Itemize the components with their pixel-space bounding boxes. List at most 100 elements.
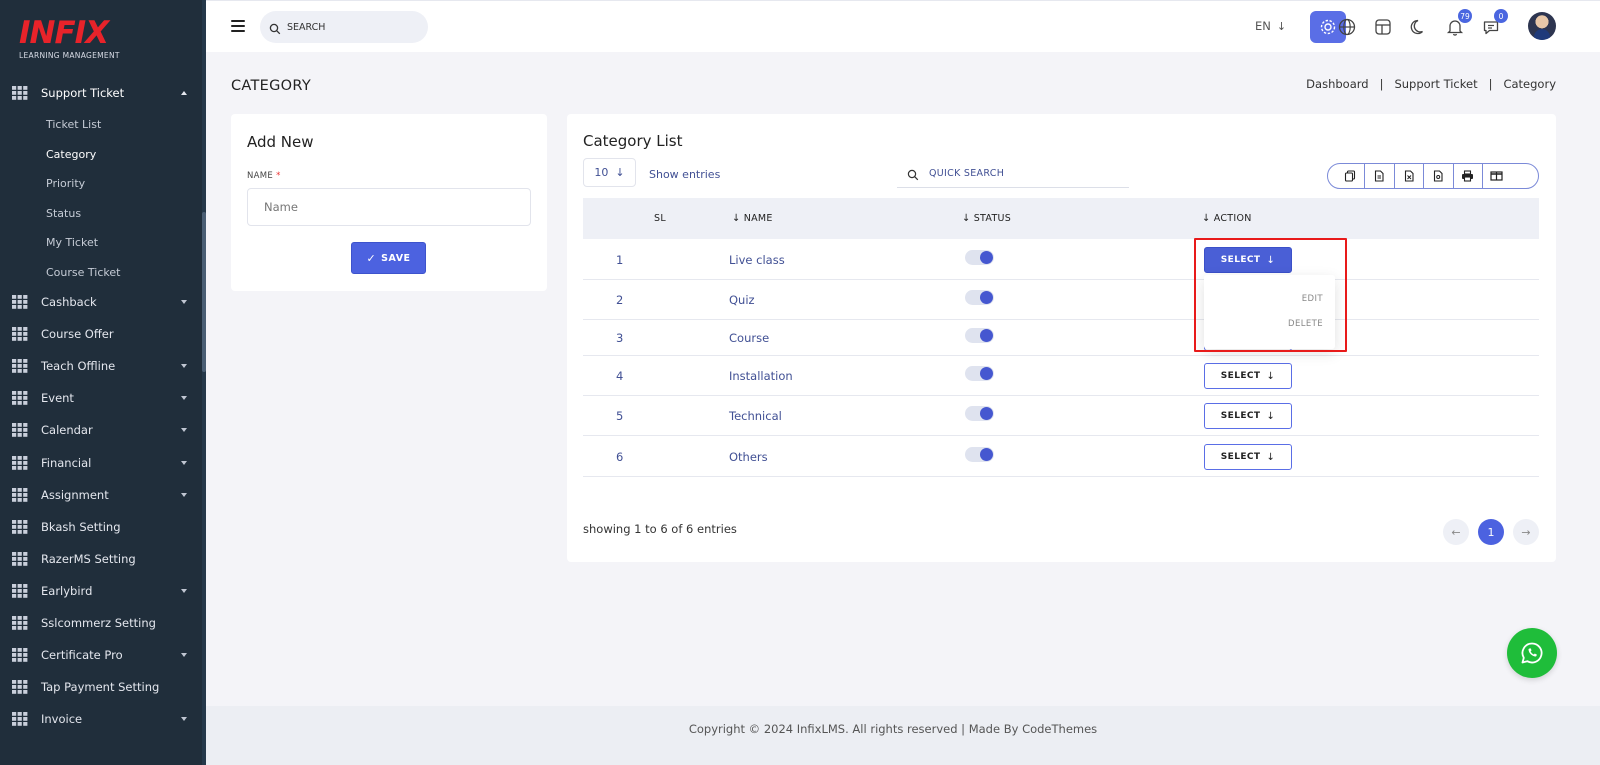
csv-icon[interactable] [1364, 164, 1394, 188]
sidebar-item-course-offer[interactable]: Course Offer [0, 319, 200, 349]
brand-logo[interactable]: INFIX LEARNING MANAGEMENT [19, 18, 139, 62]
previous-page-button[interactable]: ← [1443, 519, 1469, 545]
status-toggle[interactable] [965, 328, 994, 343]
page-1-button[interactable]: 1 [1478, 519, 1504, 545]
entries-per-page-select[interactable]: 10 ↓ [583, 158, 636, 187]
grid-icon [12, 551, 28, 566]
status-toggle[interactable] [965, 290, 994, 305]
cell-sl: 5 [616, 409, 624, 423]
sidebar-item-sslcommerz-setting[interactable]: Sslcommerz Setting [0, 608, 200, 638]
sidebar-subitem-category[interactable]: Category [46, 148, 96, 161]
table-row: 1 Live class SELECT ↓ [583, 239, 1539, 280]
layout-icon[interactable] [1369, 13, 1397, 41]
grid-icon [12, 86, 28, 100]
column-header-action[interactable]: ↓ ACTION [1202, 213, 1252, 224]
breadcrumb-category[interactable]: Category [1503, 77, 1556, 91]
moon-icon[interactable] [1405, 13, 1433, 41]
cell-sl: 2 [616, 293, 624, 307]
cell-sl: 4 [616, 369, 624, 383]
select-action-button[interactable]: SELECT ↓ [1204, 403, 1292, 429]
status-toggle[interactable] [965, 406, 994, 421]
sidebar-item-tap-payment-setting[interactable]: Tap Payment Setting [0, 672, 200, 702]
export-button-group [1327, 163, 1539, 189]
column-header-name-label: NAME [743, 213, 773, 224]
name-field[interactable] [247, 188, 531, 226]
sidebar-subitem-priority[interactable]: Priority [46, 177, 85, 190]
sidebar-item-financial[interactable]: Financial [0, 448, 200, 478]
toggle-knob [980, 407, 993, 420]
print-icon[interactable] [1452, 164, 1483, 188]
category-list-card: Category List 10↓ Show entries SL ↓NA [567, 114, 1556, 562]
column-header-sl[interactable]: SL [654, 213, 666, 224]
column-header-status-label: STATUS [973, 213, 1012, 224]
edit-menu-item[interactable]: EDIT [1302, 294, 1323, 304]
messages-chat-icon[interactable]: 0 [1477, 9, 1508, 41]
quick-search-input[interactable] [929, 164, 1119, 182]
sidebar-subitem-course-ticket[interactable]: Course Ticket [46, 266, 120, 279]
select-action-button[interactable]: SELECT ↓ [1204, 363, 1292, 389]
pagination-info: showing 1 to 6 of 6 entries [583, 522, 737, 536]
user-avatar[interactable] [1528, 12, 1556, 40]
sidebar-item-event[interactable]: Event [0, 383, 200, 413]
status-toggle[interactable] [965, 447, 994, 462]
copy-icon[interactable] [1328, 164, 1364, 188]
arrow-down-icon: ↓ [1266, 254, 1276, 266]
pdf-icon[interactable] [1423, 164, 1453, 188]
language-selector[interactable]: EN ↓ [1255, 19, 1286, 33]
sidebar-scrollbar-thumb[interactable] [202, 212, 206, 372]
save-button[interactable]: ✓ SAVE [351, 242, 426, 274]
caret-down-icon [181, 364, 187, 369]
delete-menu-item[interactable]: DELETE [1288, 319, 1323, 329]
grid-icon [12, 519, 28, 534]
columns-icon[interactable] [1482, 164, 1518, 188]
breadcrumb-support-ticket[interactable]: Support Ticket [1394, 77, 1477, 91]
sidebar-subitem-status[interactable]: Status [46, 207, 81, 220]
cell-name: Technical [729, 409, 782, 423]
next-page-button[interactable]: → [1513, 519, 1539, 545]
select-action-button[interactable]: SELECT ↓ [1204, 444, 1292, 470]
sidebar-item-earlybird[interactable]: Earlybird [0, 576, 200, 606]
menu-toggle-icon[interactable] [231, 20, 245, 32]
status-toggle[interactable] [965, 250, 994, 265]
sidebar-item-invoice[interactable]: Invoice [0, 704, 200, 734]
footer: Copyright © 2024 InfixLMS. All rights re… [206, 706, 1600, 765]
sidebar-subitem-my-ticket[interactable]: My Ticket [46, 236, 98, 249]
header-search-input[interactable] [287, 18, 417, 36]
sidebar-scrollbar-track[interactable] [202, 0, 206, 765]
quick-search[interactable] [897, 160, 1129, 188]
grid-icon [12, 712, 28, 727]
sidebar-item-calendar[interactable]: Calendar [0, 415, 200, 445]
whatsapp-chat-button[interactable] [1507, 628, 1557, 678]
sidebar: INFIX LEARNING MANAGEMENT Support Ticket… [0, 0, 206, 765]
sidebar-item-label: Earlybird [41, 583, 93, 598]
excel-icon[interactable] [1393, 164, 1424, 188]
notifications-bell-icon[interactable]: 79 [1441, 9, 1472, 41]
sidebar-item-support-ticket[interactable]: Support Ticket [0, 78, 200, 108]
sidebar-item-bkash-setting[interactable]: Bkash Setting [0, 512, 200, 542]
caret-up-icon [181, 91, 187, 95]
sidebar-item-label: Assignment [41, 487, 109, 502]
breadcrumb-dashboard[interactable]: Dashboard [1306, 77, 1368, 91]
arrow-down-icon: ↓ [615, 166, 625, 179]
column-header-status[interactable]: ↓ STATUS [962, 213, 1011, 224]
sidebar-subitem-ticket-list[interactable]: Ticket List [46, 118, 101, 131]
select-button-label: SELECT [1220, 255, 1261, 265]
sidebar-item-label: Teach Offline [41, 359, 116, 374]
show-entries-label: Show entries [649, 168, 721, 181]
grid-icon [12, 583, 28, 598]
cell-sl: 1 [616, 253, 624, 267]
sidebar-item-label: Support Ticket [41, 86, 125, 100]
sidebar-item-cashback[interactable]: Cashback [0, 287, 200, 317]
sidebar-item-razerms-setting[interactable]: RazerMS Setting [0, 544, 200, 574]
status-toggle[interactable] [965, 366, 994, 381]
column-header-name[interactable]: ↓ NAME [732, 213, 773, 224]
logo-tagline: LEARNING MANAGEMENT [19, 51, 120, 60]
sidebar-item-assignment[interactable]: Assignment [0, 480, 200, 510]
select-action-button[interactable]: SELECT ↓ [1204, 247, 1292, 273]
cell-name: Installation [729, 369, 793, 383]
globe-icon[interactable] [1333, 13, 1361, 41]
sidebar-item-teach-offline[interactable]: Teach Offline [0, 351, 200, 381]
notifications-badge: 79 [1458, 9, 1472, 23]
header-search[interactable] [260, 11, 428, 43]
sidebar-item-certificate-pro[interactable]: Certificate Pro [0, 640, 200, 670]
